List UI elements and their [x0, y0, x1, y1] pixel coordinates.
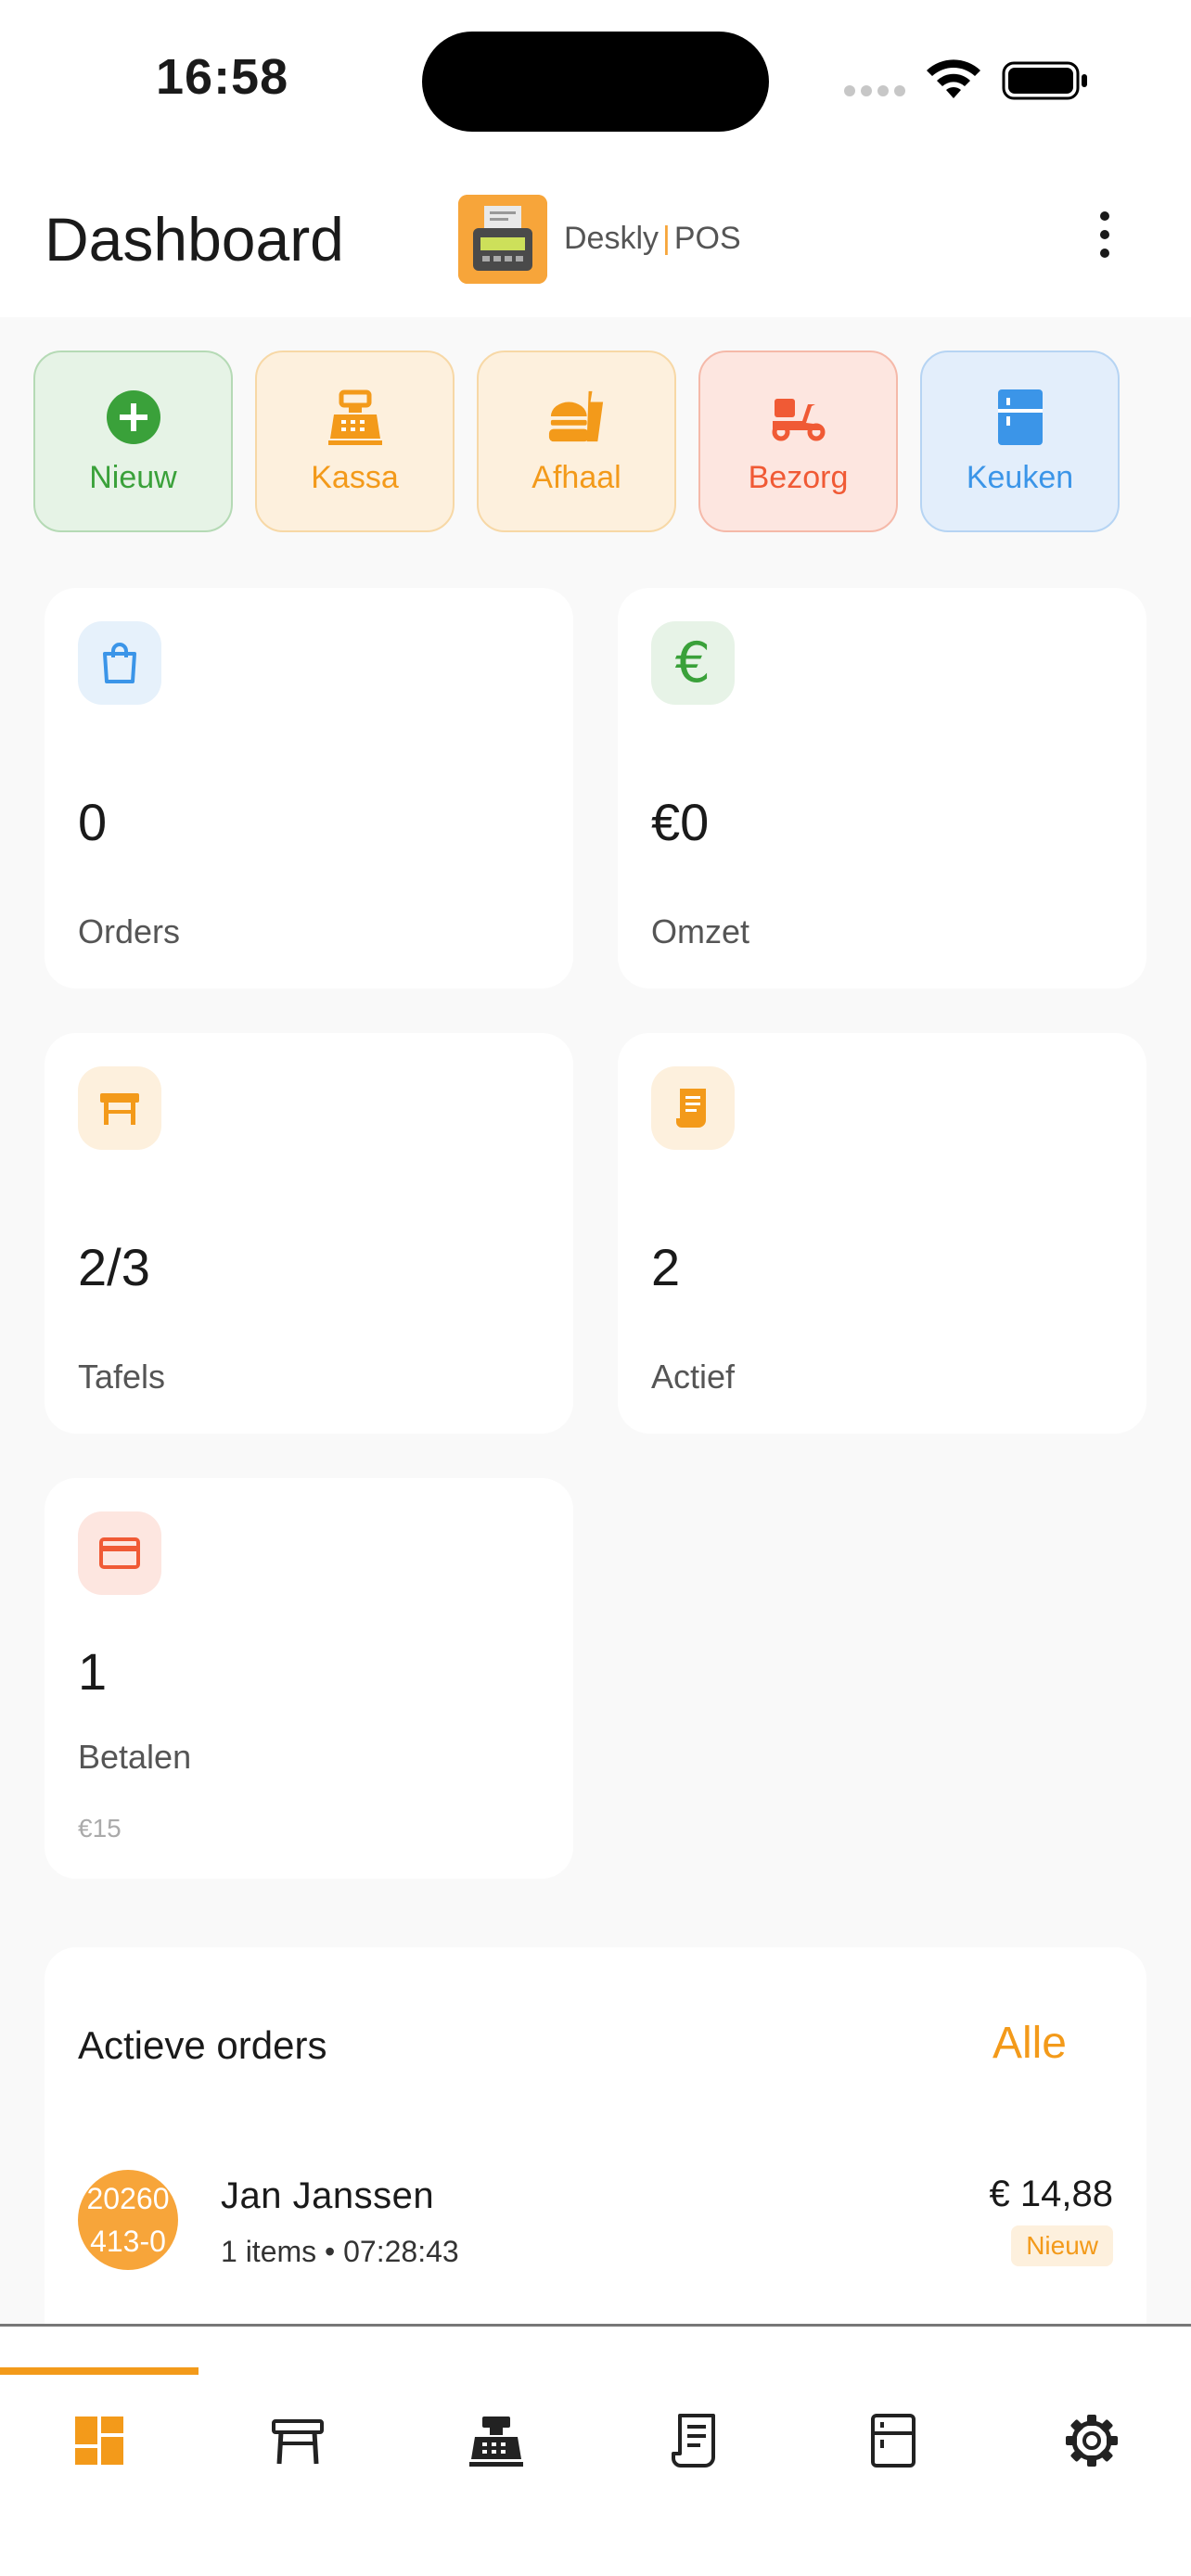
revenue-value: €0 [651, 793, 710, 851]
nav-tab-kitchen[interactable] [794, 2327, 992, 2475]
tables-label: Tafels [78, 1358, 166, 1396]
payments-label: Betalen [78, 1738, 192, 1776]
pos-printer-icon [458, 195, 547, 284]
dashboard-icon [75, 2417, 123, 2465]
payments-amount: €15 [78, 1814, 122, 1843]
euro-icon: € [651, 621, 735, 705]
kitchen-button[interactable]: Keuken [920, 351, 1120, 532]
shopping-bag-icon [78, 621, 161, 705]
brand-logo [458, 195, 547, 284]
active-stat-card[interactable]: 2 Actief [618, 1033, 1146, 1434]
table-icon [78, 1066, 161, 1150]
tables-stat-card[interactable]: 2/3 Tafels [45, 1033, 573, 1434]
nav-tab-kassa[interactable] [397, 2327, 596, 2475]
order-meta: 1 items • 07:28:43 [221, 2235, 459, 2268]
battery-icon [1002, 61, 1087, 100]
orders-stat-card[interactable]: 0 Orders [45, 588, 573, 988]
active-label: Actief [651, 1358, 736, 1396]
order-status-badge: Nieuw [1011, 2225, 1113, 2266]
nav-tab-dashboard[interactable] [0, 2327, 198, 2475]
brand-name-suffix: POS [673, 221, 741, 256]
receipt-icon [672, 2414, 715, 2468]
delivery-button[interactable]: Bezorg [698, 351, 898, 532]
takeaway-button[interactable]: Afhaal [477, 351, 676, 532]
order-list-item[interactable]: 20260 413-0 Jan Janssen 1 items • 07:28:… [78, 2170, 1113, 2272]
app-header: Dashboard Deskly | POS [0, 158, 1191, 317]
quick-actions: Nieuw Kassa Afhaal Bezorg Keuken [33, 351, 1120, 532]
active-orders-title: Actieve orders [78, 2023, 327, 2067]
takeaway-label: Afhaal [531, 459, 621, 495]
delivery-scooter-icon [769, 388, 828, 447]
kitchen-fridge-icon [871, 2414, 916, 2468]
orders-count: 0 [78, 793, 108, 851]
status-time: 16:58 [156, 49, 289, 105]
view-all-orders-link[interactable]: Alle [992, 2018, 1067, 2069]
credit-card-icon [78, 1511, 161, 1595]
delivery-label: Bezorg [748, 459, 849, 495]
new-order-button[interactable]: Nieuw [33, 351, 233, 532]
revenue-label: Omzet [651, 912, 750, 950]
cash-register-icon [326, 388, 385, 447]
kassa-label: Kassa [311, 459, 399, 495]
table-icon [272, 2419, 324, 2465]
plus-circle-icon [104, 388, 163, 447]
new-order-label: Nieuw [89, 459, 177, 495]
more-options-icon[interactable] [1091, 211, 1119, 267]
order-price: € 14,88 [989, 2174, 1113, 2214]
nav-tab-tables[interactable] [198, 2327, 397, 2475]
kassa-button[interactable]: Kassa [255, 351, 455, 532]
settings-gear-icon [1066, 2415, 1118, 2467]
nav-tab-settings[interactable] [992, 2327, 1191, 2475]
cellular-signal-icon [844, 85, 905, 96]
active-value: 2 [651, 1238, 681, 1296]
receipt-icon [651, 1066, 735, 1150]
brand-separator: | [662, 221, 671, 256]
nav-tab-orders[interactable] [596, 2327, 794, 2475]
bottom-nav [0, 2324, 1191, 2576]
order-number-line1: 20260 [86, 2182, 170, 2215]
order-number-line2: 413-0 [90, 2225, 166, 2258]
orders-label: Orders [78, 912, 181, 950]
cash-register-icon [469, 2417, 523, 2467]
dynamic-island [422, 32, 769, 132]
order-number-avatar: 20260 413-0 [78, 2170, 178, 2270]
status-bar: 16:58 [0, 0, 1191, 158]
payments-value: 1 [78, 1642, 108, 1701]
payments-stat-card[interactable]: 1 Betalen €15 [45, 1478, 573, 1879]
tables-value: 2/3 [78, 1238, 150, 1296]
brand-name: Deskly | POS [564, 221, 741, 257]
page-title: Dashboard [45, 205, 344, 274]
kitchen-fridge-icon [991, 388, 1050, 447]
takeaway-food-icon [547, 388, 607, 447]
kitchen-label: Keuken [966, 459, 1074, 495]
order-customer-name: Jan Janssen [221, 2175, 435, 2216]
wifi-icon [927, 59, 980, 98]
revenue-stat-card[interactable]: € €0 Omzet [618, 588, 1146, 988]
brand-name-primary: Deskly [564, 221, 660, 256]
